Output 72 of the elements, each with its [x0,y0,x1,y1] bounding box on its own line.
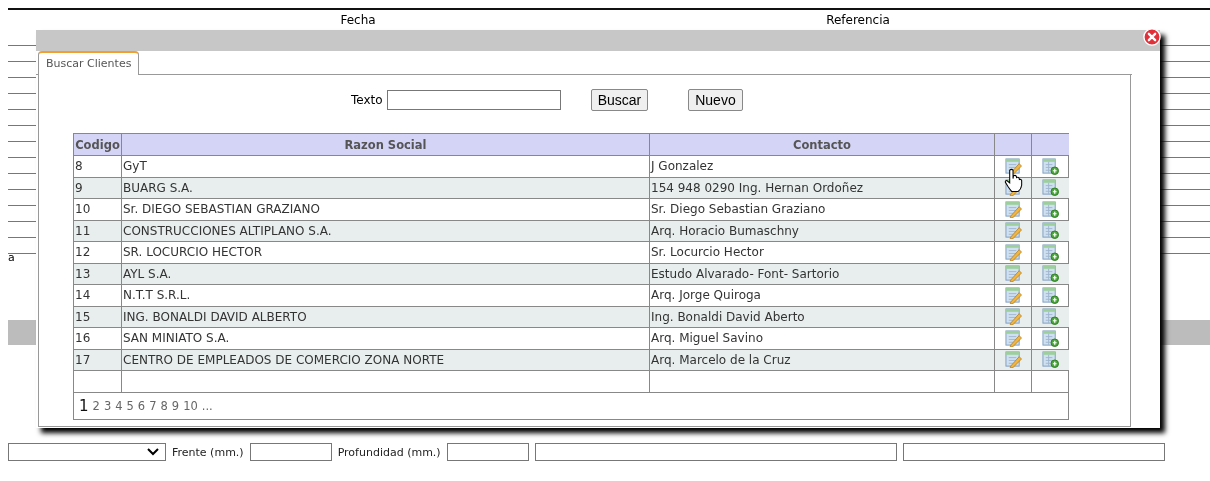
add-icon[interactable] [1042,351,1059,369]
table-cell: 12 [75,245,91,260]
page-link[interactable]: 2 [92,398,100,413]
add-icon[interactable] [1042,308,1059,326]
close-icon[interactable] [1143,28,1161,46]
input-field[interactable] [534,443,897,461]
add-icon[interactable] [1042,329,1059,347]
field-label: Frente (mm.) [172,445,244,459]
table-cell: Sr. Locurcio Hector [651,245,764,260]
column-header: Referencia [826,13,890,27]
table-cell: BUARG S.A. [123,180,193,195]
table-cell: Ing. Bonaldi David Aberto [651,309,805,324]
page-link[interactable]: 5 [126,398,134,413]
table-cell: 15 [75,309,91,324]
page-link[interactable]: 4 [115,398,123,413]
table-cell: CENTRO DE EMPLEADOS DE COMERCIO ZONA NORTE [123,352,445,367]
field-label: Texto [351,93,383,107]
add-icon[interactable] [1042,179,1059,197]
add-icon[interactable] [1042,243,1059,261]
column-header: Contacto [793,137,851,152]
table-cell: SR. LOCURCIO HECTOR [123,245,263,260]
table-cell: 13 [75,266,91,281]
table-cell: J Gonzalez [651,159,714,174]
input-field[interactable] [902,443,1165,461]
table-cell: AYL S.A. [123,266,172,281]
field-label: Profundidad (mm.) [337,445,441,459]
page-link[interactable]: ... [201,398,213,413]
table-cell: Sr. DIEGO SEBASTIAN GRAZIANO [123,202,320,217]
table-cell: Arq. Marcelo de la Cruz [651,352,791,367]
search-button[interactable]: Buscar [590,89,649,111]
column-header: Fecha [340,13,376,27]
table-cell: Sr. Diego Sebastian Graziano [651,202,826,217]
search-field[interactable] [386,90,561,110]
table-cell: ING. BONALDI DAVID ALBERTO [123,309,307,324]
table-cell: N.T.T S.R.L. [123,288,191,303]
table-cell: CONSTRUCCIONES ALTIPLANO S.A. [123,223,332,238]
table-cell: 16 [75,331,91,346]
table-cell: Estudo Alvarado- Font- Sartorio [651,266,840,281]
hand-cursor-icon [1004,168,1023,193]
chevron-down-icon [147,448,159,456]
table-cell: Arq. Horacio Bumaschny [651,223,799,238]
table-cell: 14 [75,288,91,303]
page-link[interactable]: 6 [137,398,146,413]
page-link[interactable]: 3 [103,398,112,413]
table-cell: 11 [75,223,91,238]
add-icon[interactable] [1042,286,1059,304]
input-field[interactable] [446,443,529,461]
add-icon[interactable] [1042,222,1059,240]
page-link[interactable]: 8 [160,398,168,413]
field-label: a [8,251,15,264]
add-icon[interactable] [1042,157,1059,175]
add-icon[interactable] [1042,265,1059,283]
page-link[interactable]: 10 [183,398,198,413]
table-cell: SAN MINIATO S.A. [123,331,230,346]
table-cell: 154 948 0290 Ing. Hernan Ordoñez [651,180,864,195]
page-link[interactable]: 9 [171,398,180,413]
column-header: Codigo [75,137,120,152]
table-cell: 10 [75,202,91,217]
table-cell: 9 [75,180,83,195]
table-cell: Arq. Miguel Savino [651,331,763,346]
add-icon[interactable] [1042,200,1059,218]
table-cell: GyT [123,159,147,174]
page-link[interactable]: 1 [79,396,89,415]
page-link[interactable]: 7 [149,398,157,413]
new-button[interactable]: Nuevo [688,89,743,111]
column-header: Razon Social [344,137,427,152]
table-cell: 17 [75,352,91,367]
tab[interactable]: Buscar Clientes [38,51,140,75]
table-cell: 8 [75,159,83,174]
table-cell: Arq. Jorge Quiroga [651,288,761,303]
dropdown[interactable] [8,443,166,461]
input-field[interactable] [249,443,332,461]
